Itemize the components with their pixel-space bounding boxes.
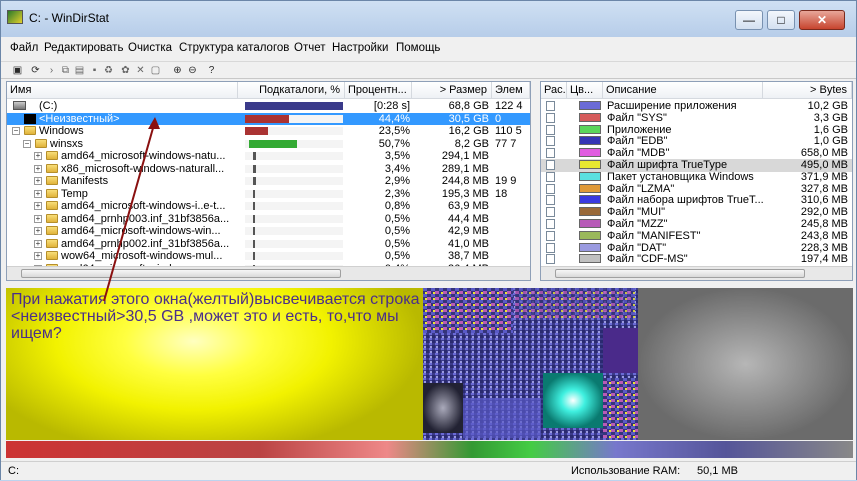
annotation-arrow [103, 117, 160, 302]
ram-label: Использование RAM: [571, 465, 681, 477]
ram-value: 50,1 MB [697, 465, 738, 477]
status-bar: C: Использование RAM: 50,1 MB [1, 461, 856, 480]
status-path: C: [8, 465, 19, 477]
app-window: C: - WinDirStat — □ ✕ Файл Редактировать… [0, 0, 857, 480]
